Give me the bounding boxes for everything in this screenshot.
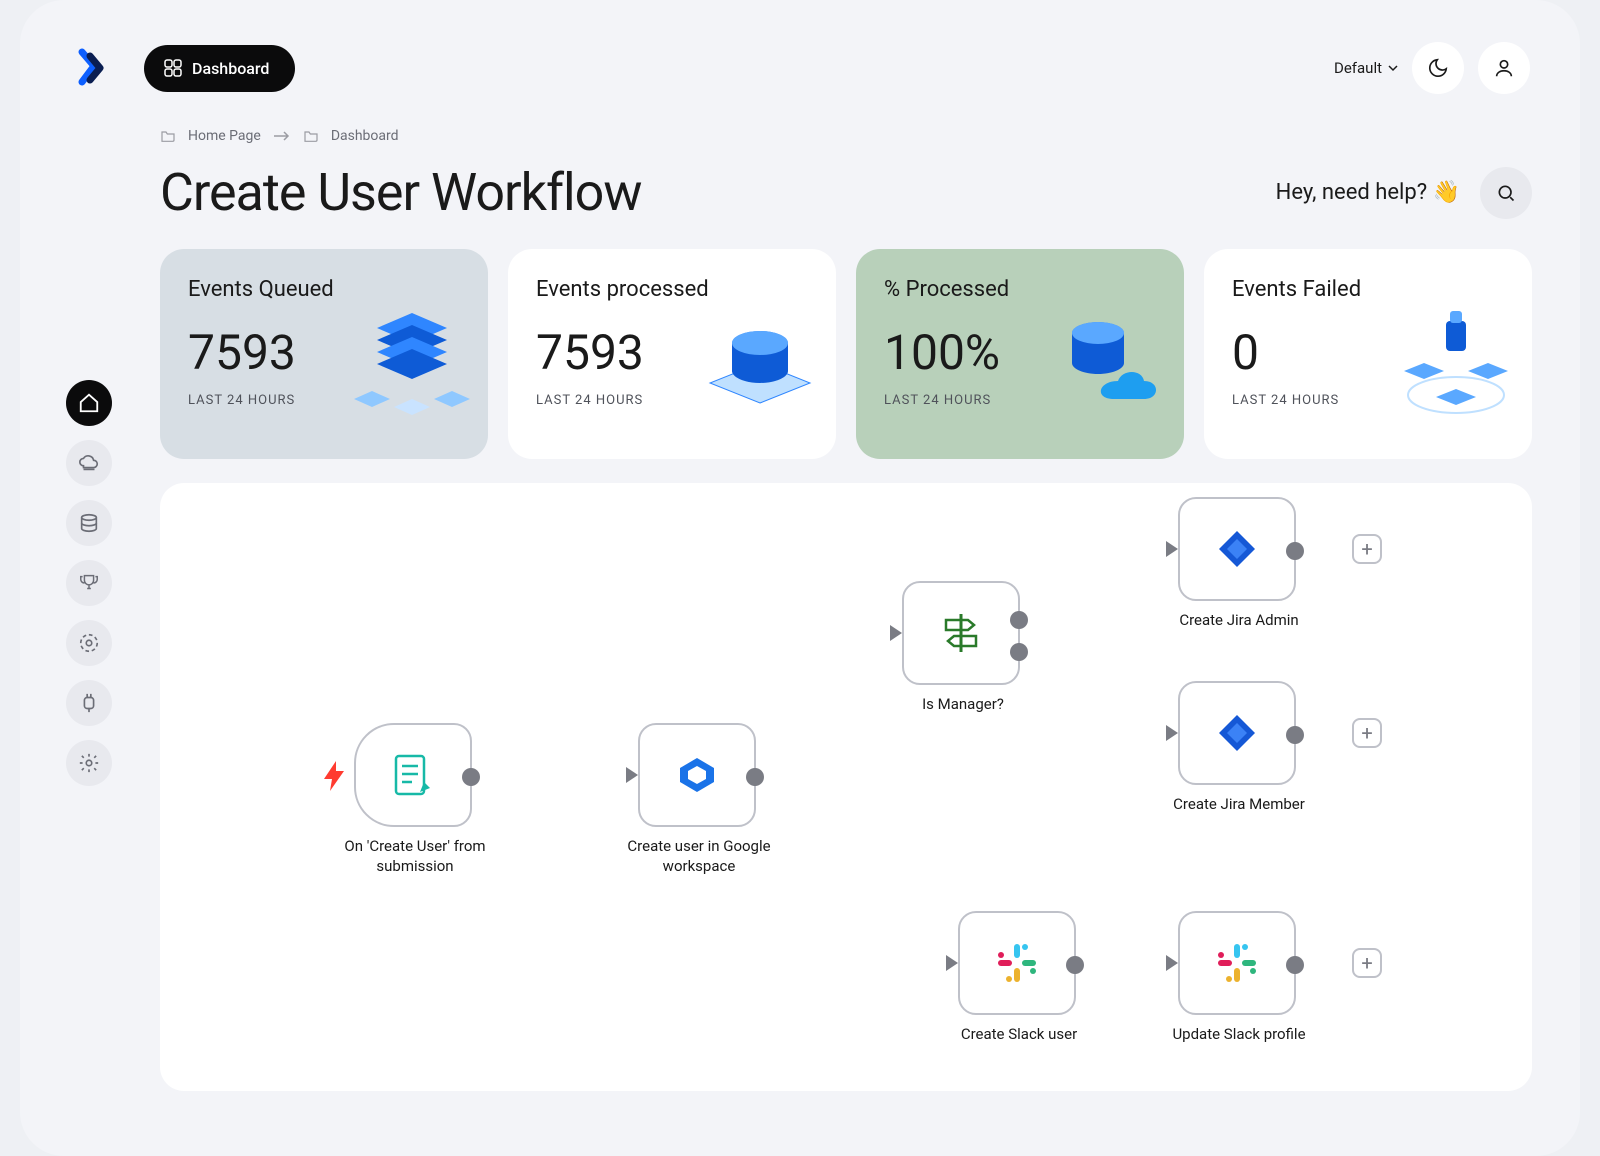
node-label: Is Manager? [873,695,1053,715]
jira-icon [1217,529,1257,569]
breadcrumb-item-home[interactable]: Home Page [188,128,261,144]
slack-icon [996,942,1038,984]
add-node-button[interactable]: + [1352,534,1382,564]
arrow-in-icon [890,625,904,641]
sidebar-item-settings[interactable] [66,740,112,786]
stat-title: Events processed [536,277,808,302]
page-title: Create User Workflow [160,162,641,223]
node-label: On 'Create User' from submission [325,837,505,876]
theme-select[interactable]: Default [1334,59,1398,77]
gear-icon [78,752,100,774]
folder-icon [303,128,319,144]
node-label: Create user in Google workspace [609,837,789,876]
sidebar-rail [66,380,112,786]
add-node-button[interactable]: + [1352,948,1382,978]
stat-value: 7593 [188,324,460,381]
stat-sub: LAST 24 HOURS [536,393,808,408]
trophy-icon [78,572,100,594]
google-cloud-icon [674,752,720,798]
stat-value: 7593 [536,324,808,381]
stat-sub: LAST 24 HOURS [884,393,1156,408]
workflow-canvas[interactable]: On 'Create User' from submission Create … [160,483,1532,1091]
stat-card-processed[interactable]: Events processed 7593 LAST 24 HOURS [508,249,836,459]
stat-sub: LAST 24 HOURS [188,393,460,408]
workflow-node-trigger[interactable]: On 'Create User' from submission [354,723,472,827]
home-icon [78,392,100,414]
node-label: Update Slack profile [1149,1025,1329,1045]
arrow-in-icon [1166,725,1180,741]
dashboard-pill[interactable]: Dashboard [144,45,295,92]
jira-icon [1217,713,1257,753]
node-label: Create Jira Admin [1149,611,1329,631]
node-port[interactable] [746,768,764,786]
stat-cards: Events Queued 7593 LAST 24 HOURS Events … [160,249,1532,459]
app-window: Dashboard Default [20,0,1580,1156]
add-node-button[interactable]: + [1352,718,1382,748]
profile-button[interactable] [1478,42,1530,94]
cloud-icon [78,452,100,474]
arrow-in-icon [946,955,960,971]
slack-icon [1216,942,1258,984]
plug-icon [78,692,100,714]
node-port[interactable] [1286,726,1304,744]
stat-sub: LAST 24 HOURS [1232,393,1504,408]
arrow-in-icon [1166,541,1180,557]
brand-logo [70,48,110,88]
moon-icon [1427,57,1449,79]
sidebar-item-team[interactable] [66,560,112,606]
workflow-node-google[interactable]: Create user in Google workspace [638,723,756,827]
node-port[interactable] [462,768,480,786]
node-port[interactable] [1066,956,1084,974]
stat-title: % Processed [884,277,1156,302]
signpost-icon [938,610,984,656]
node-port[interactable] [1286,542,1304,560]
stat-value: 100% [884,324,1156,381]
workflow-node-jira-member[interactable]: Create Jira Member [1178,681,1296,785]
help-text: Hey, need help? 👋 [1276,180,1460,205]
stat-value: 0 [1232,324,1504,381]
workflow-node-jira-admin[interactable]: Create Jira Admin [1178,497,1296,601]
stat-title: Events Failed [1232,277,1504,302]
dashboard-pill-label: Dashboard [192,59,269,78]
theme-select-label: Default [1334,59,1382,77]
chevron-down-icon [1388,63,1398,73]
stat-card-queued[interactable]: Events Queued 7593 LAST 24 HOURS [160,249,488,459]
sidebar-item-home[interactable] [66,380,112,426]
stat-title: Events Queued [188,277,460,302]
user-icon [1493,57,1515,79]
workflow-node-slack-create[interactable]: Create Slack user [958,911,1076,1015]
folder-icon [160,128,176,144]
workflow-edges [160,483,460,633]
theme-toggle-button[interactable] [1412,42,1464,94]
breadcrumb: Home Page Dashboard [160,128,1532,144]
form-icon [390,752,436,798]
node-port[interactable] [1286,956,1304,974]
search-icon [1496,183,1516,203]
sidebar-item-alerts[interactable] [66,440,112,486]
workflow-node-slack-update[interactable]: Update Slack profile [1178,911,1296,1015]
sidebar-item-data[interactable] [66,500,112,546]
wave-emoji: 👋 [1433,180,1460,205]
sidebar-item-automation[interactable] [66,620,112,666]
topbar: Dashboard Default [70,40,1530,96]
workflow-node-condition[interactable]: Is Manager? [902,581,1020,685]
node-label: Create Jira Member [1149,795,1329,815]
arrow-in-icon [1166,955,1180,971]
sidebar-item-integrations[interactable] [66,680,112,726]
search-button[interactable] [1480,167,1532,219]
arrow-in-icon [626,767,640,783]
stat-card-percent[interactable]: % Processed 100% LAST 24 HOURS [856,249,1184,459]
database-icon [78,512,100,534]
node-port[interactable] [1010,611,1028,629]
main-area: Home Page Dashboard Create User Workflow… [160,128,1532,1108]
node-label: Create Slack user [929,1025,1109,1045]
lightning-icon [322,761,346,791]
grid-icon [164,59,182,77]
gear-dashed-icon [78,632,100,654]
arrow-right-icon [273,131,291,141]
page-title-row: Create User Workflow Hey, need help? 👋 [160,162,1532,223]
node-port[interactable] [1010,643,1028,661]
stat-card-failed[interactable]: Events Failed 0 LAST 24 HOURS [1204,249,1532,459]
breadcrumb-item-dashboard[interactable]: Dashboard [331,128,399,144]
